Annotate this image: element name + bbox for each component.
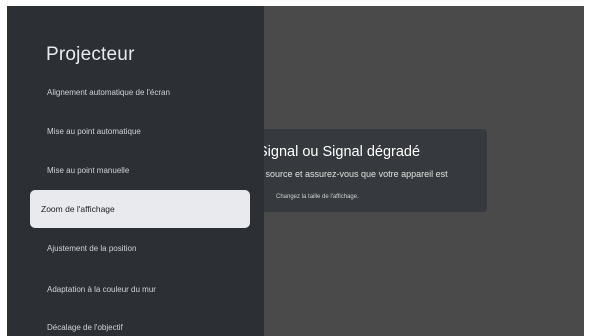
menu-item-autofocus[interactable]: Mise au point automatique	[30, 112, 250, 150]
menu-item-wall-color[interactable]: Adaptation à la couleur du mur	[30, 270, 250, 308]
settings-sidebar: Projecteur Alignement automatique de l'é…	[7, 6, 264, 336]
no-signal-dialog: Signal ou Signal dégradé e source et ass…	[242, 129, 487, 212]
dialog-title: Signal ou Signal dégradé	[258, 144, 421, 160]
menu-item-label: Adaptation à la couleur du mur	[47, 284, 156, 294]
menu-item-position-adjustment[interactable]: Ajustement de la position	[30, 229, 250, 267]
dialog-hint: Changez la taille de l'affichage.	[276, 194, 359, 200]
dialog-message: e source et assurez-vous que votre appar…	[258, 169, 448, 179]
menu-item-label: Mise au point manuelle	[47, 165, 130, 175]
menu-item-display-zoom[interactable]: Zoom de l'affichage	[30, 190, 250, 228]
menu-item-label: Alignement automatique de l'écran	[47, 87, 170, 97]
menu-item-label: Zoom de l'affichage	[41, 204, 115, 214]
menu-item-auto-alignment[interactable]: Alignement automatique de l'écran	[30, 73, 250, 111]
menu-item-label: Mise au point automatique	[47, 126, 141, 136]
menu-item-manual-focus[interactable]: Mise au point manuelle	[30, 151, 250, 189]
sidebar-title: Projecteur	[46, 44, 135, 65]
tv-screen: Signal ou Signal dégradé e source et ass…	[7, 6, 584, 336]
menu-item-label: Ajustement de la position	[47, 243, 137, 253]
menu-item-lens-shift[interactable]: Décalage de l'objectif	[30, 308, 250, 336]
menu-item-label: Décalage de l'objectif	[47, 322, 123, 332]
